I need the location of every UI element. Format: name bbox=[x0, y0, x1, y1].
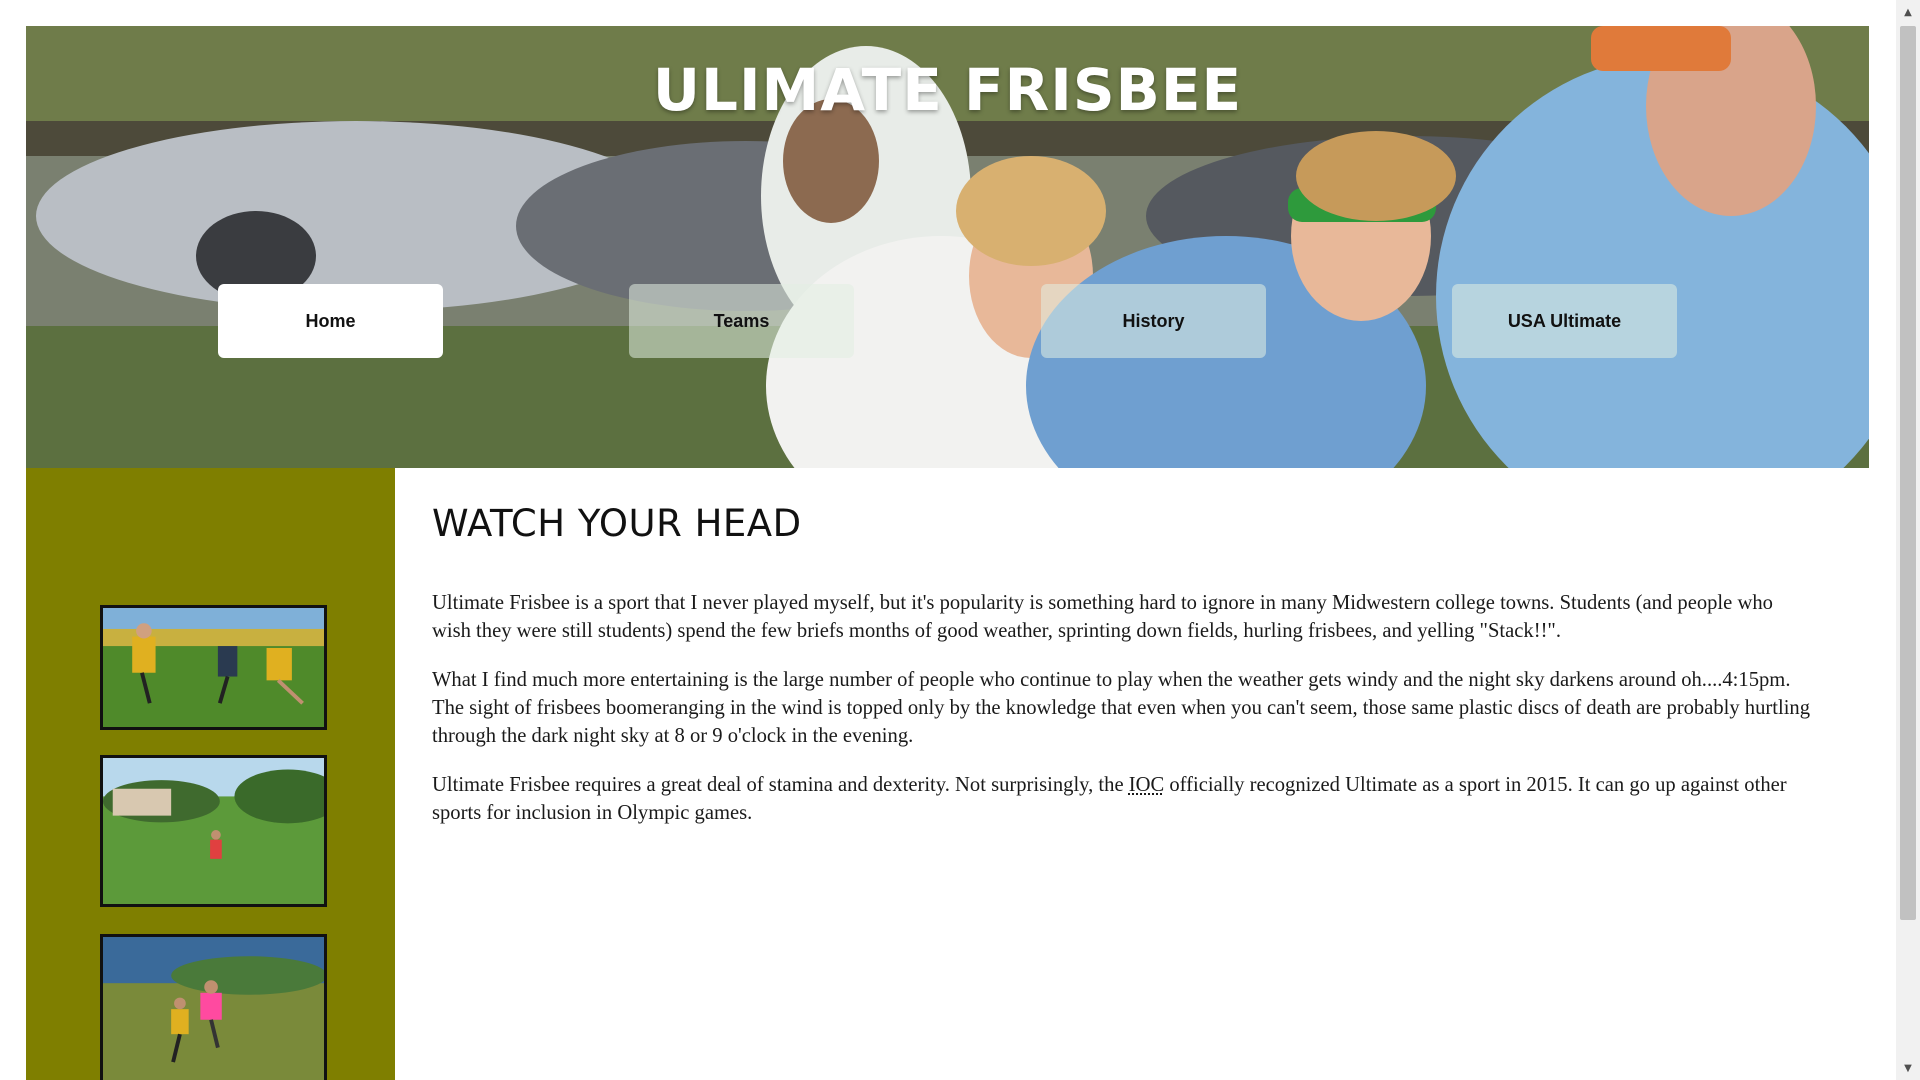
paragraph: What I find much more entertaining is th… bbox=[432, 669, 1811, 747]
paragraph-text: Ultimate Frisbee requires a great deal o… bbox=[432, 774, 1129, 796]
section-heading: WATCH YOUR HEAD bbox=[432, 502, 802, 545]
scroll-up-icon[interactable]: ▲ bbox=[1896, 2, 1920, 22]
nav-home-button[interactable]: Home bbox=[218, 284, 443, 358]
thumbnail-disc-catch[interactable] bbox=[100, 934, 327, 1080]
page: ULIMATE FRISBEE Home Teams History USA U… bbox=[26, 26, 1869, 1080]
ioc-abbreviation[interactable]: IOC bbox=[1129, 774, 1164, 796]
article-body: Ultimate Frisbee is a sport that I never… bbox=[432, 589, 1812, 848]
vertical-scrollbar[interactable]: ▲ ▼ bbox=[1896, 0, 1920, 1080]
nav-usa-ultimate-button[interactable]: USA Ultimate bbox=[1452, 284, 1677, 358]
scrollbar-thumb[interactable] bbox=[1900, 26, 1916, 920]
nav-history-button[interactable]: History bbox=[1041, 284, 1266, 358]
browser-viewport: ULIMATE FRISBEE Home Teams History USA U… bbox=[0, 0, 1920, 1080]
site-title: ULIMATE FRISBEE bbox=[652, 56, 1243, 124]
thumbnail-frisbee-players[interactable] bbox=[100, 605, 327, 730]
thumbnail-field-thrower[interactable] bbox=[100, 755, 327, 907]
sidebar bbox=[26, 468, 395, 1080]
field-thrower-photo-icon bbox=[103, 758, 324, 904]
nav-teams-button[interactable]: Teams bbox=[629, 284, 854, 358]
paragraph: Ultimate Frisbee requires a great deal o… bbox=[432, 771, 1812, 827]
main-nav: Home Teams History USA Ultimate bbox=[26, 284, 1869, 360]
scroll-down-icon[interactable]: ▼ bbox=[1896, 1058, 1920, 1078]
main-content: WATCH YOUR HEAD Ultimate Frisbee is a sp… bbox=[395, 468, 1869, 1080]
disc-catch-photo-icon bbox=[103, 937, 324, 1080]
paragraph: Ultimate Frisbee is a sport that I never… bbox=[432, 592, 1773, 642]
frisbee-players-photo-icon bbox=[103, 608, 324, 727]
hero-banner: ULIMATE FRISBEE Home Teams History USA U… bbox=[26, 26, 1869, 468]
